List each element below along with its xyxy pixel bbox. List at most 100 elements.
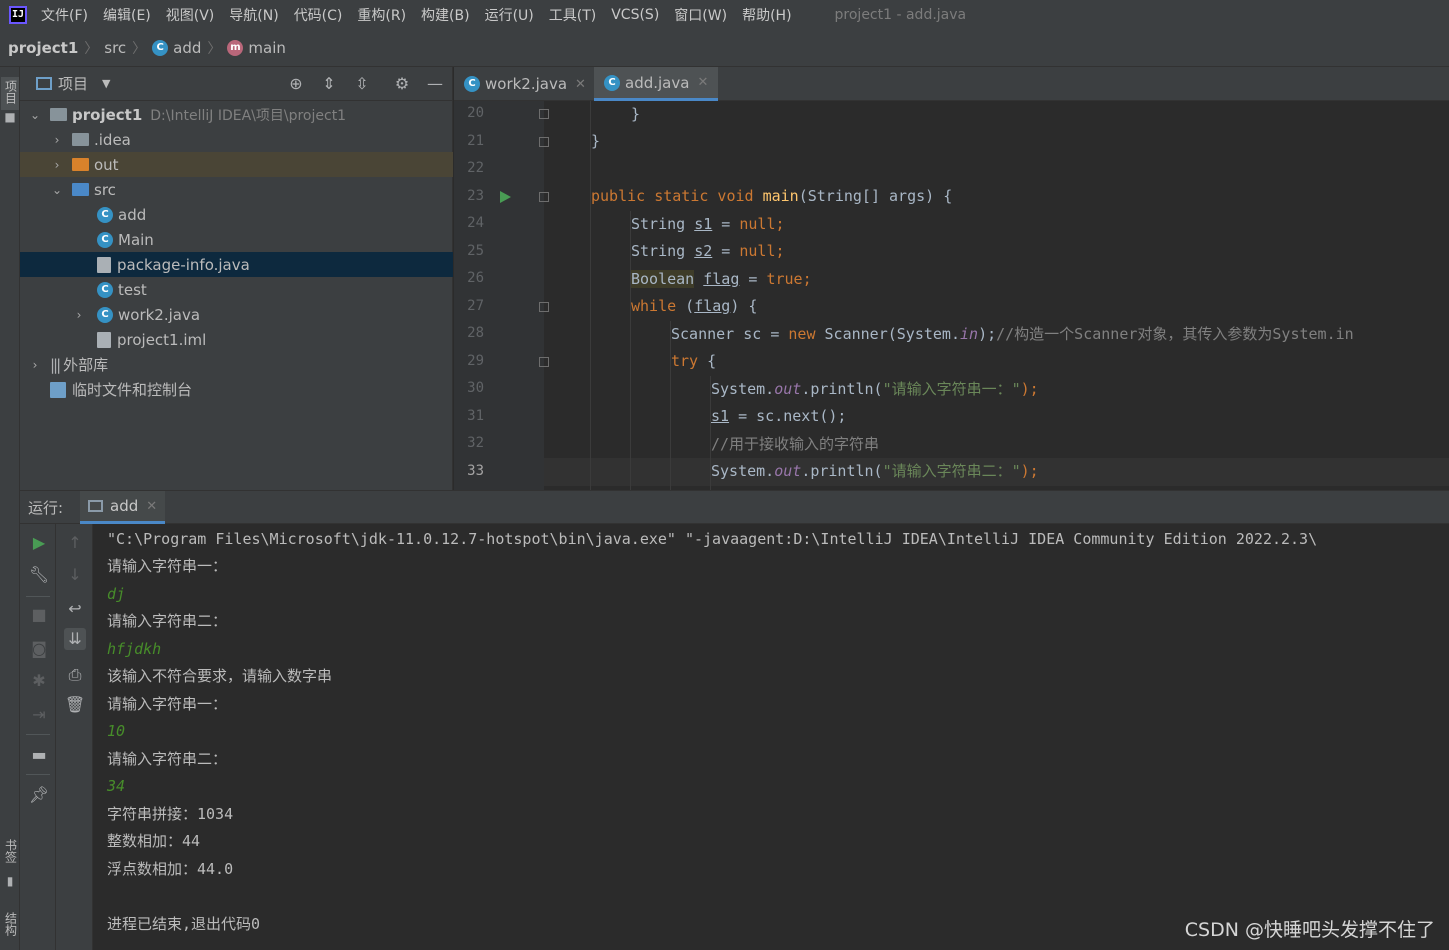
breadcrumb-folder[interactable]: src — [104, 39, 126, 57]
menu-tools[interactable]: 工具(T) — [549, 5, 596, 25]
chevron-right-icon: 〉 — [132, 41, 147, 57]
arrow-up-icon[interactable]: ↑ — [64, 532, 86, 554]
code-line-28: Scanner sc = new Scanner(System.in);//构造… — [671, 325, 1354, 343]
menu-code[interactable]: 代码(C) — [294, 5, 343, 25]
collapse-all-icon[interactable]: ⇳ — [352, 74, 372, 94]
chevron-right-icon[interactable]: › — [28, 358, 42, 372]
module-folder-icon — [50, 108, 67, 121]
stripe-tab-bookmarks[interactable]: 书签 — [1, 839, 19, 866]
scratches-icon — [50, 381, 66, 398]
tree-item-package-info[interactable]: package-info.java — [20, 252, 453, 277]
stop-icon[interactable]: ■ — [28, 604, 50, 626]
line-number: 20 — [467, 105, 484, 121]
pin-icon[interactable]: 📌︎ — [28, 784, 50, 806]
breadcrumb-project[interactable]: project1 — [8, 39, 78, 57]
code-editor[interactable]: 20 21 22 23 24 25 26 27 28 29 30 31 32 3… — [454, 101, 1449, 490]
run-tab-add[interactable]: add ✕ — [80, 491, 166, 524]
menu-bar: IJ 文件(F) 编辑(E) 视图(V) 导航(N) 代码(C) 重构(R) 构… — [0, 0, 1449, 30]
console-line: 字符串拼接：1034 — [107, 805, 234, 823]
toolbar-divider — [26, 734, 50, 735]
line-number: 26 — [467, 270, 484, 286]
class-icon: C — [97, 206, 113, 223]
fold-marker-icon[interactable] — [539, 302, 549, 312]
code-line-33: System.out.println("请输入字符串二："); — [711, 462, 1039, 480]
tree-item-out[interactable]: › out — [20, 152, 453, 177]
chevron-right-icon: 〉 — [207, 41, 222, 57]
minimize-icon[interactable]: — — [425, 74, 445, 94]
breadcrumb-method[interactable]: main — [248, 39, 285, 57]
menu-view[interactable]: 视图(V) — [166, 5, 215, 25]
tree-item-test[interactable]: C test — [20, 277, 453, 302]
tree-label: 外部库 — [63, 356, 109, 374]
menu-navigate[interactable]: 导航(N) — [229, 5, 278, 25]
indent-guide — [590, 101, 591, 490]
expand-all-icon[interactable]: ⇕ — [319, 74, 339, 94]
stripe-tab-project[interactable]: 项目 — [1, 77, 19, 110]
menu-run[interactable]: 运行(U) — [485, 5, 534, 25]
menu-build[interactable]: 构建(B) — [421, 5, 470, 25]
chevron-down-icon[interactable]: ⌄ — [50, 183, 64, 197]
arrow-down-icon[interactable]: ↓ — [64, 564, 86, 586]
toolbar-divider — [26, 596, 50, 597]
tab-add-java[interactable]: C add.java ✕ — [594, 67, 719, 101]
menu-window[interactable]: 窗口(W) — [674, 5, 727, 25]
run-panel-label: 运行: — [28, 498, 64, 517]
tree-item-external-libraries[interactable]: › ||| 外部库 — [20, 352, 453, 377]
fold-marker-icon[interactable] — [539, 357, 549, 367]
line-number: 23 — [467, 188, 484, 204]
close-icon[interactable]: ✕ — [146, 499, 157, 514]
menu-help[interactable]: 帮助(H) — [742, 5, 791, 25]
tree-item-scratches[interactable]: 临时文件和控制台 — [20, 377, 453, 402]
breadcrumb-class[interactable]: add — [173, 39, 201, 57]
tree-label: out — [94, 155, 119, 174]
gear-icon[interactable]: ⚙ — [392, 74, 412, 94]
run-gutter-icon[interactable] — [500, 191, 511, 203]
scroll-to-end-icon[interactable]: ⇊ — [64, 628, 86, 650]
folder-icon: ■ — [4, 110, 16, 124]
tree-item-project1-iml[interactable]: project1.iml — [20, 327, 453, 352]
tree-item-main[interactable]: C Main — [20, 227, 453, 252]
code-line-23: public static void main(String[] args) { — [591, 187, 953, 205]
stripe-tab-structure[interactable]: 结构 — [1, 912, 19, 939]
menu-refactor[interactable]: 重构(R) — [357, 5, 406, 25]
close-icon[interactable]: ✕ — [697, 75, 708, 90]
fold-marker-icon[interactable] — [539, 109, 549, 119]
wrench-icon[interactable]: 🔧︎ — [28, 564, 50, 586]
close-icon[interactable]: ✕ — [575, 77, 586, 92]
settings-icon[interactable]: ✱ — [28, 670, 50, 692]
soft-wrap-icon[interactable]: ↩ — [64, 598, 86, 620]
locate-icon[interactable]: ⊕ — [286, 74, 306, 94]
stripe-bookmarks-label: 书签 — [3, 839, 18, 863]
console-output[interactable]: "C:\Program Files\Microsoft\jdk-11.0.12.… — [93, 524, 1449, 950]
menu-vcs[interactable]: VCS(S) — [611, 7, 659, 23]
tree-item-src[interactable]: ⌄ src — [20, 177, 453, 202]
tree-item-add[interactable]: C add — [20, 202, 453, 227]
chevron-right-icon[interactable]: › — [50, 133, 64, 147]
layout-icon[interactable]: ▬ — [28, 744, 50, 766]
fold-marker-icon[interactable] — [539, 192, 549, 202]
chevron-down-icon[interactable]: ⌄ — [28, 108, 42, 122]
line-number: 27 — [467, 298, 484, 314]
trash-icon[interactable]: 🗑︎ — [64, 694, 86, 716]
rerun-icon[interactable]: ▶ — [28, 532, 50, 554]
stripe-project-label: 项目 — [3, 80, 18, 104]
camera-icon[interactable]: ◙ — [28, 638, 50, 660]
chevron-right-icon[interactable]: › — [72, 308, 86, 322]
tree-item-idea[interactable]: › .idea — [20, 127, 453, 152]
project-panel-title[interactable]: 项目 — [58, 73, 88, 94]
tree-item-work2[interactable]: › C work2.java — [20, 302, 453, 327]
console-icon — [88, 500, 103, 512]
code-line-29: try { — [671, 352, 717, 370]
library-icon: ||| — [50, 355, 61, 374]
fold-marker-icon[interactable] — [539, 137, 549, 147]
console-line: "C:\Program Files\Microsoft\jdk-11.0.12.… — [107, 530, 1318, 548]
tab-work2-java[interactable]: C work2.java ✕ — [454, 67, 596, 101]
line-number: 21 — [467, 133, 484, 149]
print-icon[interactable]: ⎙ — [64, 664, 86, 686]
chevron-right-icon[interactable]: › — [50, 158, 64, 172]
tree-item-project1[interactable]: ⌄ project1 D:\IntelliJ IDEA\项目\project1 — [20, 102, 453, 127]
menu-edit[interactable]: 编辑(E) — [103, 5, 151, 25]
menu-file[interactable]: 文件(F) — [41, 5, 88, 25]
chevron-down-icon[interactable]: ▼ — [102, 77, 110, 90]
exit-icon[interactable]: ⇥ — [28, 704, 50, 726]
